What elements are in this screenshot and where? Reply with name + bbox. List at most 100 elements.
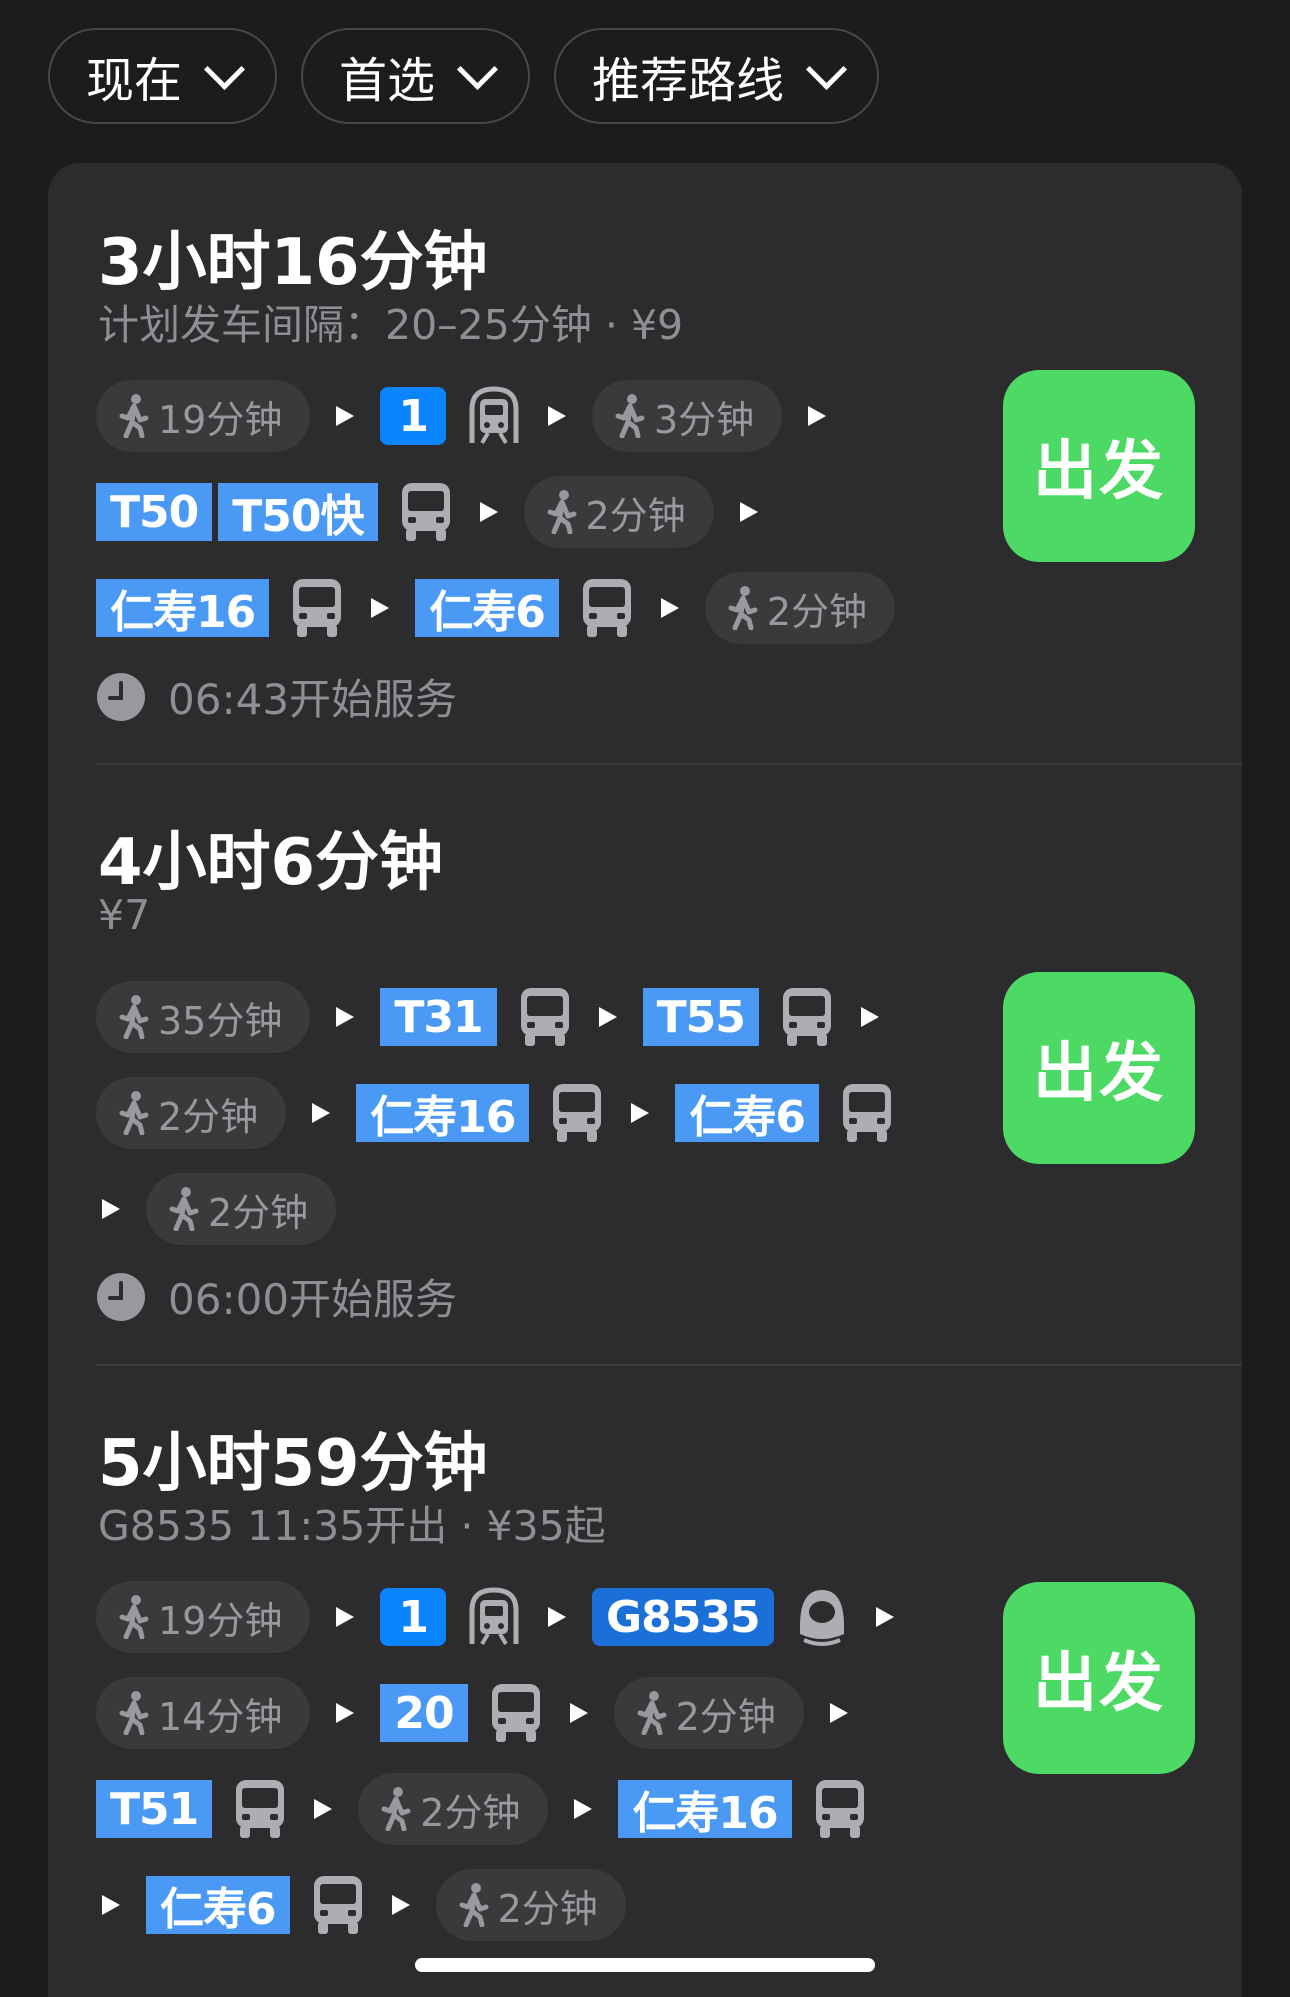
bus-icon	[517, 986, 573, 1048]
route-subtitle: ¥7	[98, 891, 151, 939]
walk-icon	[614, 394, 646, 438]
line-badge: 仁寿16	[96, 579, 270, 638]
arrow-right-icon	[314, 1799, 333, 1819]
bus-icon	[579, 577, 635, 639]
walk-segment: 2分钟	[435, 1869, 626, 1941]
walk-segment: 2分钟	[613, 1677, 804, 1749]
go-button[interactable]: 出发	[1003, 972, 1195, 1164]
walk-duration: 19分钟	[158, 397, 283, 442]
route-steps-row: T51 2分钟 仁寿16	[96, 1773, 868, 1845]
walk-duration: 2分钟	[675, 1694, 776, 1739]
bus-icon	[779, 986, 835, 1048]
route-steps-row: 14分钟 20 2分钟	[96, 1677, 854, 1749]
arrow-right-icon	[569, 1703, 588, 1723]
arrow-right-icon	[547, 406, 566, 426]
bus-icon	[839, 1082, 895, 1144]
line-badge: T55	[642, 988, 759, 1046]
route-card[interactable]: 5小时59分钟 G8535 11:35开出 · ¥35起 19分钟 1 G853…	[48, 1366, 1242, 1997]
walk-icon	[546, 490, 578, 534]
line-badge: T50	[96, 483, 213, 541]
walk-duration: 2分钟	[766, 589, 868, 634]
walk-icon	[118, 995, 150, 1039]
arrow-right-icon	[391, 1895, 410, 1915]
walk-icon	[118, 1595, 150, 1639]
arrow-right-icon	[875, 1607, 894, 1627]
bus-icon	[310, 1874, 366, 1936]
go-button[interactable]: 出发	[1003, 1582, 1195, 1774]
go-button[interactable]: 出发	[1003, 370, 1195, 562]
walk-segment: 19分钟	[96, 380, 311, 452]
filter-bar: 现在 首选 推荐路线	[48, 28, 880, 124]
arrow-right-icon	[829, 1703, 848, 1723]
line-badge: 仁寿6	[146, 1876, 290, 1935]
bus-icon	[812, 1778, 868, 1840]
clock-icon	[96, 1272, 146, 1322]
arrow-right-icon	[574, 1799, 593, 1819]
filter-route-type-label: 推荐路线	[592, 53, 785, 109]
route-card[interactable]: 3小时16分钟 计划发车间隔：20–25分钟 · ¥9 19分钟 1 3分钟 T…	[48, 163, 1242, 763]
line-badge: T51	[96, 1780, 213, 1838]
arrow-right-icon	[808, 406, 827, 426]
filter-preference-button[interactable]: 首选	[301, 28, 531, 124]
walk-duration: 35分钟	[158, 998, 283, 1043]
line-badge: 1	[380, 1588, 446, 1646]
route-steps-row: 35分钟 T31 T55	[96, 981, 885, 1053]
walk-icon	[380, 1787, 412, 1831]
arrow-right-icon	[336, 1703, 355, 1723]
service-start-text: 06:00开始服务	[168, 1275, 458, 1324]
bus-icon	[398, 481, 454, 543]
service-start: 06:00开始服务	[96, 1266, 457, 1327]
filter-time-label: 现在	[86, 53, 183, 109]
walk-segment: 3分钟	[591, 380, 783, 452]
arrow-right-icon	[631, 1103, 650, 1123]
arrow-right-icon	[860, 1007, 879, 1027]
filter-route-type-button[interactable]: 推荐路线	[554, 28, 880, 124]
bus-icon	[549, 1082, 605, 1144]
routes-panel: 3小时16分钟 计划发车间隔：20–25分钟 · ¥9 19分钟 1 3分钟 T…	[48, 163, 1242, 1997]
arrow-right-icon	[312, 1103, 331, 1123]
walk-icon	[118, 1091, 150, 1135]
bus-icon	[289, 577, 345, 639]
walk-segment: 35分钟	[96, 981, 311, 1053]
walk-duration: 2分钟	[585, 493, 686, 538]
high-speed-train-icon	[794, 1586, 850, 1648]
line-badge: 仁寿6	[415, 579, 559, 638]
home-indicator[interactable]	[415, 1958, 875, 1972]
walk-duration: 2分钟	[208, 1190, 309, 1235]
arrow-right-icon	[102, 1895, 120, 1915]
filter-time-button[interactable]: 现在	[48, 28, 278, 124]
walk-segment: 2分钟	[523, 476, 714, 548]
walk-duration: 19分钟	[158, 1598, 283, 1643]
walk-segment: 2分钟	[358, 1773, 549, 1845]
route-duration: 3小时16分钟	[98, 226, 488, 300]
chevron-down-icon	[457, 48, 499, 90]
walk-duration: 2分钟	[497, 1886, 598, 1931]
arrow-right-icon	[102, 1199, 120, 1219]
line-badge: 仁寿6	[675, 1084, 820, 1143]
line-badge: 仁寿16	[356, 1084, 530, 1143]
route-duration: 4小时6分钟	[98, 826, 444, 900]
walk-duration: 3分钟	[653, 397, 755, 442]
filter-preference-label: 首选	[339, 53, 436, 109]
walk-segment: 19分钟	[96, 1581, 311, 1653]
arrow-right-icon	[739, 502, 758, 522]
walk-duration: 2分钟	[420, 1790, 521, 1835]
walk-icon	[118, 394, 150, 438]
route-steps-row: 2分钟	[96, 1173, 337, 1245]
line-badge: T50快	[218, 483, 378, 542]
route-subtitle: G8535 11:35开出 · ¥35起	[98, 1502, 606, 1550]
route-steps-row: 仁寿16 仁寿6 2分钟	[96, 572, 896, 644]
service-start: 06:43开始服务	[96, 666, 457, 727]
arrow-right-icon	[336, 1007, 355, 1027]
walk-duration: 2分钟	[158, 1094, 259, 1139]
chevron-down-icon	[204, 48, 246, 90]
arrow-right-icon	[660, 598, 679, 618]
route-card[interactable]: 4小时6分钟 ¥7 35分钟 T31 T55 2分钟 仁寿16 仁寿6 2分钟	[48, 765, 1242, 1365]
walk-segment: 2分钟	[704, 572, 896, 644]
arrow-right-icon	[336, 406, 355, 426]
walk-segment: 2分钟	[96, 1077, 287, 1149]
arrow-right-icon	[371, 598, 390, 618]
walk-segment: 14分钟	[96, 1677, 311, 1749]
route-duration: 5小时59分钟	[98, 1427, 488, 1501]
line-badge: 20	[380, 1684, 468, 1742]
